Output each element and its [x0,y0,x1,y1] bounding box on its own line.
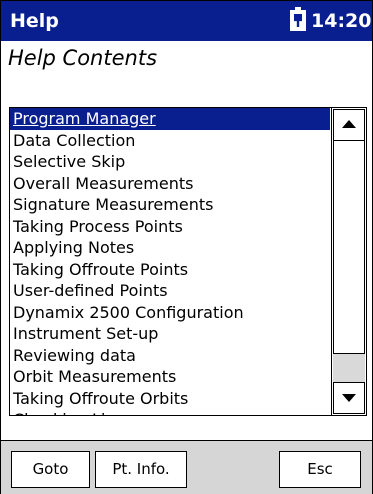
list-item[interactable]: Overall Measurements [10,173,330,195]
help-topics-list[interactable]: Program Manager Data Collection Selective … [9,107,367,416]
button-bar: Goto Pt. Info. Esc [1,440,372,494]
list-item[interactable]: Checking Licenses [10,409,330,415]
escape-button[interactable]: Esc [279,451,361,488]
scroll-track[interactable] [333,354,365,382]
scroll-up-button[interactable] [333,109,365,141]
vertical-scrollbar[interactable] [331,108,366,415]
list-item[interactable]: Taking Offroute Orbits [10,388,330,410]
list-item[interactable]: Data Collection [10,130,330,152]
title-bar: Help 14:20 [1,1,372,41]
list-item[interactable]: Orbit Measurements [10,366,330,388]
list-item[interactable]: Signature Measurements [10,194,330,216]
scroll-down-button[interactable] [333,382,365,414]
list-item[interactable]: Reviewing data [10,345,330,367]
goto-button[interactable]: Goto [11,451,90,488]
list-item[interactable]: Selective Skip [10,151,330,173]
list-item[interactable]: Program Manager [10,108,330,130]
list-item[interactable]: Instrument Set-up [10,323,330,345]
list-item[interactable]: Applying Notes [10,237,330,259]
scroll-down-arrow-icon [342,394,356,402]
list-items-container: Program Manager Data Collection Selective … [10,108,330,415]
window-title: Help [10,10,59,32]
list-item[interactable]: Dynamix 2500 Configuration [10,302,330,324]
list-item[interactable]: Taking Offroute Points [10,259,330,281]
list-item[interactable]: Taking Process Points [10,216,330,238]
scroll-up-arrow-icon [342,120,356,128]
list-item[interactable]: User-defined Points [10,280,330,302]
clock[interactable]: 14:20 [311,10,371,32]
scroll-thumb[interactable] [333,140,365,354]
point-info-button[interactable]: Pt. Info. [95,451,187,488]
battery-icon[interactable] [290,7,306,31]
page-title: Help Contents [8,46,158,70]
